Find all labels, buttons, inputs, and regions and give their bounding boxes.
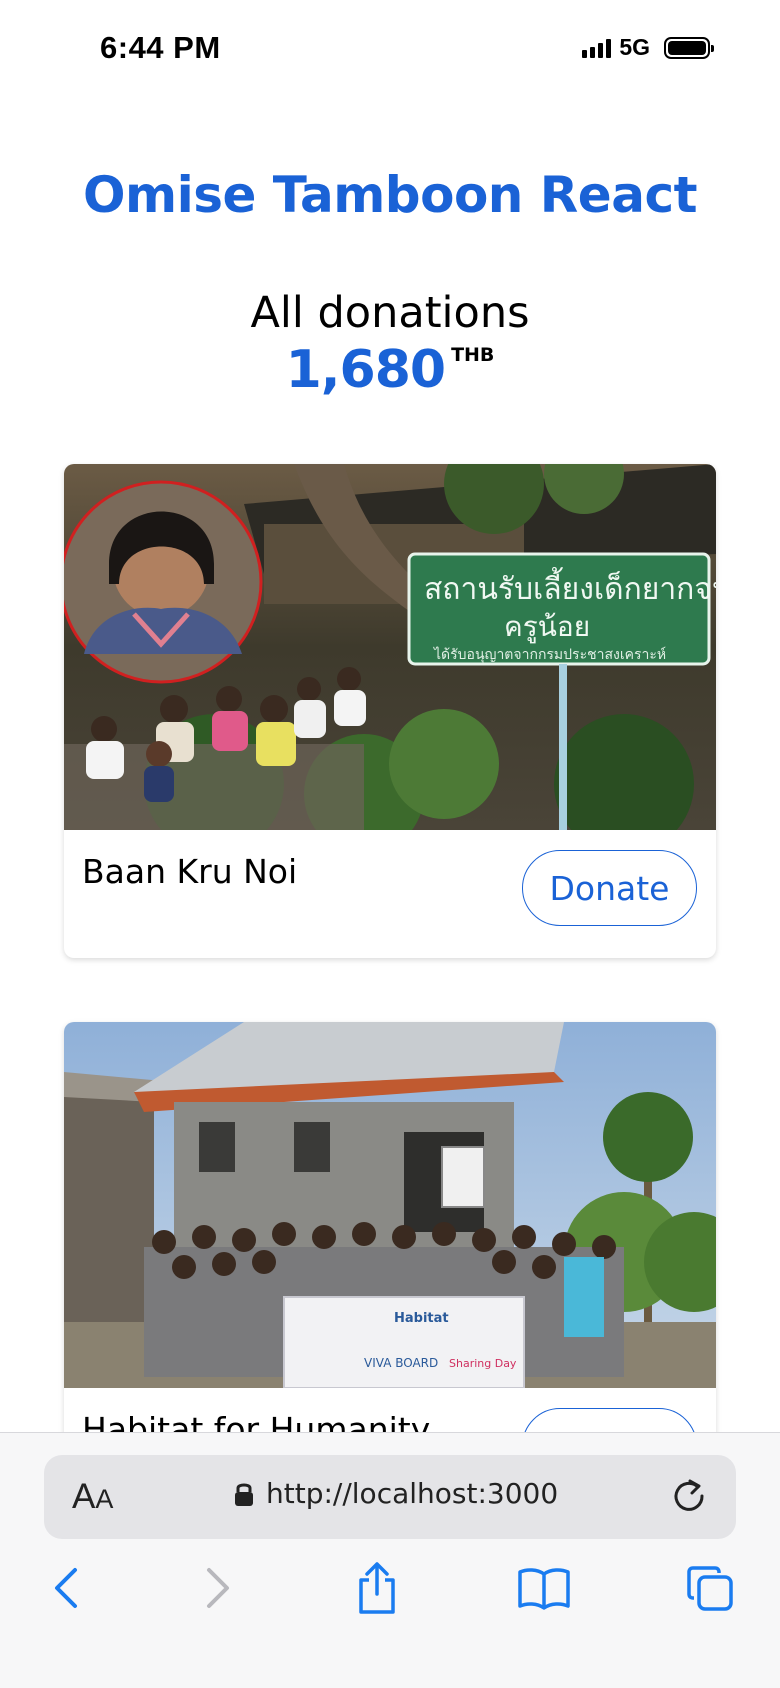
svg-text:ได้รับอนุญาตจากกรมประชาสงเคราะ: ได้รับอนุญาตจากกรมประชาสงเคราะห์ xyxy=(433,646,666,663)
tabs-icon[interactable] xyxy=(680,1558,740,1618)
donations-amount: 1,680 xyxy=(285,340,446,400)
reader-settings-button[interactable]: AA xyxy=(72,1477,113,1517)
charity-name: Baan Kru Noi xyxy=(82,852,298,891)
url-field[interactable]: AA http://localhost:3000 xyxy=(44,1455,736,1539)
back-icon[interactable] xyxy=(36,1558,96,1618)
forward-icon[interactable] xyxy=(188,1558,248,1618)
signal-icon xyxy=(582,38,612,58)
charity-card: สถานรับเลี้ยงเด็กยากจน ครูน้อย ได้รับอนุ… xyxy=(64,464,716,958)
browser-toolbar: AA http://localhost:3000 xyxy=(0,1432,780,1688)
bookmarks-icon[interactable] xyxy=(514,1558,574,1618)
svg-text:Sharing Day: Sharing Day xyxy=(449,1357,517,1370)
svg-text:VIVA BOARD: VIVA BOARD xyxy=(364,1356,438,1370)
status-time: 6:44 PM xyxy=(100,30,221,65)
donations-label: All donations xyxy=(250,288,530,338)
donate-button[interactable]: Donate xyxy=(522,850,697,926)
charity-card-body: Baan Kru Noi Donate xyxy=(64,830,716,958)
network-label: 5G xyxy=(619,34,650,60)
charity-image: สถานรับเลี้ยงเด็กยากจน ครูน้อย ได้รับอนุ… xyxy=(64,464,716,830)
svg-text:Habitat: Habitat xyxy=(394,1311,449,1326)
url-display[interactable]: http://localhost:3000 xyxy=(234,1477,558,1510)
donations-currency: THB xyxy=(451,344,495,366)
share-icon[interactable] xyxy=(347,1558,407,1618)
donations-total: 1,680 THB xyxy=(0,340,780,400)
charity-image: Habitat VIVA BOARD Sharing Day xyxy=(64,1022,716,1388)
lock-icon xyxy=(235,1483,253,1506)
screen: 6:44 PM 5G Omise Tamboon React All donat… xyxy=(0,0,780,1688)
svg-text:สถานรับเลี้ยงเด็กยากจน: สถานรับเลี้ยงเด็กยากจน xyxy=(424,567,716,607)
app-title: Omise Tamboon React xyxy=(82,166,698,224)
url-text: http://localhost:3000 xyxy=(266,1477,559,1510)
svg-text:ครูน้อย: ครูน้อย xyxy=(504,610,590,644)
status-indicators: 5G xyxy=(582,34,714,61)
battery-icon xyxy=(664,36,714,59)
reload-icon[interactable] xyxy=(668,1475,710,1517)
